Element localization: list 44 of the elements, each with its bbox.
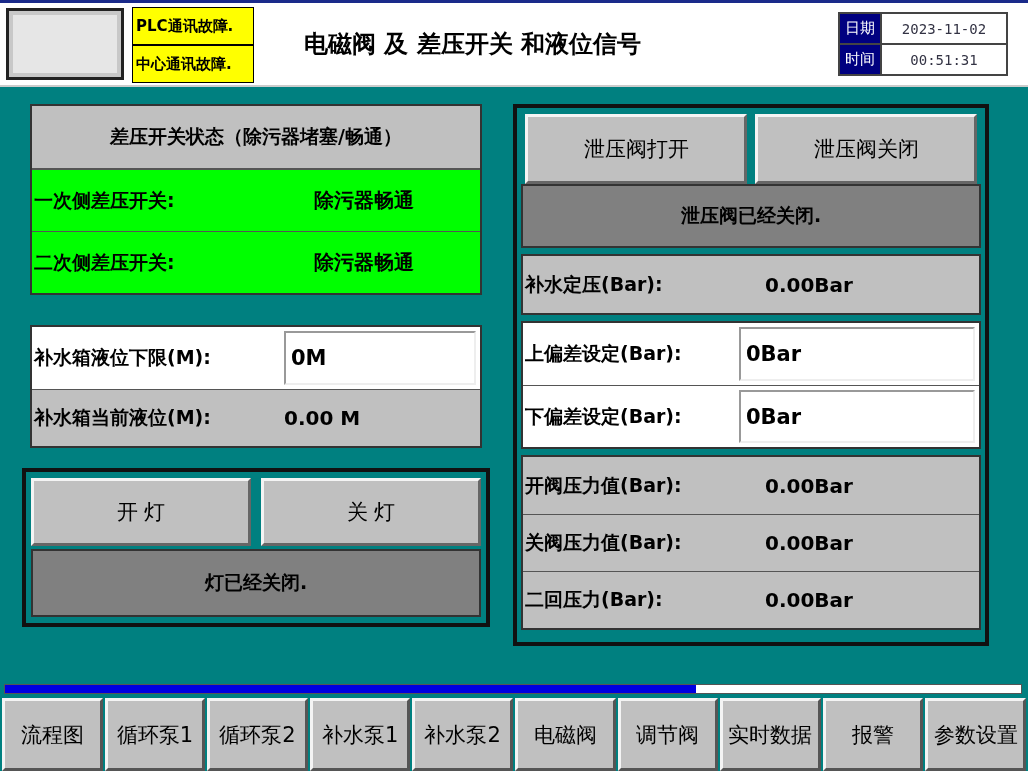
field-label: 补水定压(Bar): bbox=[525, 271, 664, 297]
nav-button[interactable]: 流程图 bbox=[2, 698, 103, 771]
light-status: 灯已经关闭. bbox=[31, 549, 481, 617]
nav-button[interactable]: 补水泵2 bbox=[412, 698, 513, 771]
field-label: 下偏差设定(Bar): bbox=[525, 403, 683, 429]
field-label: 上偏差设定(Bar): bbox=[525, 341, 683, 366]
valve-button[interactable]: 泄压阀打开 bbox=[525, 114, 747, 184]
input-field[interactable]: 0M bbox=[284, 331, 476, 385]
nav-button[interactable]: 调节阀 bbox=[617, 698, 719, 771]
value-readout: 0.00Bar bbox=[765, 531, 853, 555]
field-label: 关阀压力值(Bar): bbox=[525, 530, 683, 555]
time-label: 时间 bbox=[839, 44, 881, 75]
status-value: 除污器畅通 bbox=[314, 187, 414, 214]
status-label: 一次侧差压开关: bbox=[34, 187, 176, 213]
field-label: 开阀压力值(Bar): bbox=[525, 472, 683, 498]
status-value: 除污器畅通 bbox=[314, 249, 414, 276]
nav-button[interactable]: 实时数据 bbox=[720, 698, 821, 771]
alarm-badge: PLC通讯故障. bbox=[132, 7, 254, 45]
input-field[interactable]: 0Bar bbox=[739, 327, 975, 381]
alarm-badge: 中心通讯故障. bbox=[132, 45, 254, 83]
light-button[interactable]: 开 灯 bbox=[31, 478, 251, 546]
nav-button[interactable]: 补水泵1 bbox=[309, 698, 411, 771]
field-label: 二回压力(Bar): bbox=[525, 587, 664, 612]
field-label: 补水箱液位下限(M): bbox=[34, 345, 212, 370]
light-button[interactable]: 关 灯 bbox=[261, 478, 481, 546]
field-label: 补水箱当前液位(M): bbox=[34, 405, 212, 430]
time-value: 00:51:31 bbox=[881, 44, 1007, 75]
nav-button[interactable]: 循环泵2 bbox=[207, 698, 308, 771]
nav-button[interactable]: 电磁阀 bbox=[514, 698, 616, 771]
value-readout: 0.00Bar bbox=[765, 473, 853, 498]
value-readout: 0.00 M bbox=[284, 406, 361, 430]
nav-button[interactable]: 报警 bbox=[822, 698, 924, 771]
date-label: 日期 bbox=[839, 13, 881, 44]
nav-button[interactable]: 参数设置 bbox=[925, 698, 1026, 771]
page-title: 电磁阀 及 差压开关 和液位信号 bbox=[304, 29, 643, 60]
date-value: 2023-11-02 bbox=[881, 13, 1007, 44]
nav-button[interactable]: 循环泵1 bbox=[104, 698, 206, 771]
valve-status: 泄压阀已经关闭. bbox=[521, 184, 981, 248]
input-field[interactable]: 0Bar bbox=[739, 390, 975, 443]
section-heading: 差压开关状态（除污器堵塞/畅通） bbox=[32, 106, 480, 169]
status-label: 二次侧差压开关: bbox=[34, 249, 176, 275]
value-readout: 0.00Bar bbox=[765, 272, 853, 297]
valve-button[interactable]: 泄压阀关闭 bbox=[755, 114, 977, 184]
value-readout: 0.00Bar bbox=[765, 588, 853, 612]
